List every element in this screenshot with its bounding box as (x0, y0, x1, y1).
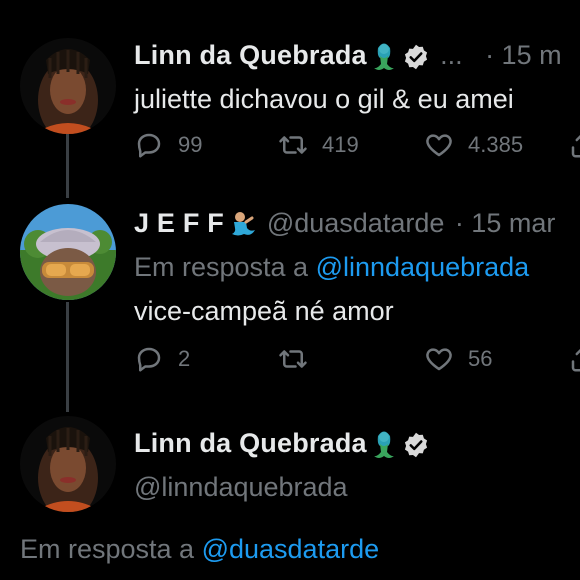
mermaid-emoji (371, 42, 397, 77)
retweet-button[interactable]: 419 (278, 130, 359, 160)
tweet[interactable]: Linn da Quebrada ... · 15 m juliette dic… (0, 0, 580, 200)
mention-link[interactable]: @duasdatarde (202, 534, 380, 564)
display-name[interactable]: J E F F (134, 208, 224, 238)
share-icon (571, 134, 580, 158)
reply-icon (137, 347, 161, 372)
focused-tweet[interactable]: Linn da Quebrada @linndaquebrada Em resp… (0, 410, 580, 580)
tweet-header: Linn da Quebrada (134, 428, 430, 465)
display-name[interactable]: Linn da Quebrada (134, 428, 367, 458)
avatar[interactable] (20, 38, 116, 134)
timestamp[interactable]: · 15 m (485, 40, 562, 70)
handle[interactable]: @duasdatarde (267, 208, 445, 238)
tweet-header: Linn da Quebrada ... · 15 m (134, 40, 562, 77)
reply-prefix: Em resposta a (134, 252, 316, 282)
reply-context: Em resposta a @duasdatarde (20, 534, 379, 565)
tweet-text: vice-campeã né amor (134, 296, 394, 326)
like-count: 56 (468, 346, 493, 371)
share-button[interactable] (568, 130, 580, 160)
timestamp[interactable]: · 15 mar (455, 208, 556, 238)
tweet-header: J E F F @duasdatarde · 15 mar (134, 208, 555, 245)
reply-prefix: Em resposta a (20, 534, 202, 564)
verified-badge-icon (402, 43, 430, 76)
merman-emoji (228, 210, 258, 245)
like-icon (426, 134, 452, 157)
ellipsis: ... (440, 40, 463, 70)
reply-icon (137, 133, 161, 158)
like-button[interactable]: 4.385 (424, 130, 523, 160)
retweet-icon (279, 350, 307, 368)
handle[interactable]: @linndaquebrada (134, 472, 348, 503)
mermaid-emoji (371, 430, 397, 465)
retweet-count: 419 (322, 132, 359, 157)
reply-button[interactable]: 99 (134, 130, 202, 160)
reply-context: Em resposta a @linndaquebrada (134, 252, 529, 283)
tweet-text: juliette dichavou o gil & eu amei (134, 84, 514, 114)
retweet-icon (279, 136, 307, 154)
like-icon (426, 348, 452, 371)
verified-badge-icon (402, 431, 430, 464)
tweet-actions: 2 56 (134, 344, 580, 384)
like-count: 4.385 (468, 132, 524, 157)
reply-count: 2 (178, 346, 191, 371)
display-name[interactable]: Linn da Quebrada (134, 40, 367, 70)
avatar[interactable] (20, 416, 116, 512)
tweet[interactable]: J E F F @duasdatarde · 15 mar Em respost… (0, 200, 580, 410)
mention-link[interactable]: @linndaquebrada (316, 252, 530, 282)
tweet-actions: 99 419 4.385 (134, 130, 580, 170)
like-button[interactable]: 56 (424, 344, 492, 374)
reply-count: 99 (178, 132, 203, 157)
avatar[interactable] (20, 204, 116, 300)
retweet-button[interactable] (278, 344, 322, 374)
share-icon (571, 348, 580, 372)
share-button[interactable] (568, 344, 580, 374)
reply-button[interactable]: 2 (134, 344, 190, 374)
